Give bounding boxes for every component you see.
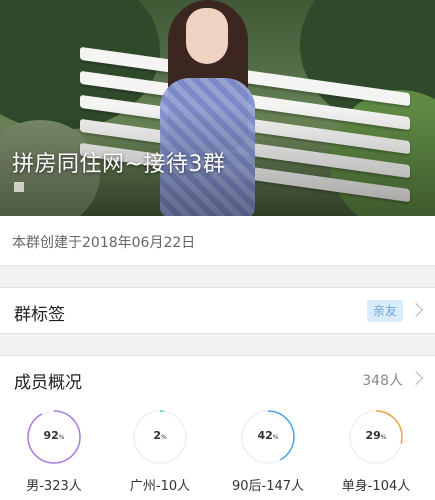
group-tags-label: 群标签 xyxy=(14,305,65,325)
stat-gender: 92% 男-323人 xyxy=(0,409,108,499)
pixelated-mark xyxy=(14,182,24,192)
stat-caption: 广州-10人 xyxy=(129,479,191,494)
member-count: 348人 xyxy=(362,373,403,389)
stat-age: 42% 90后-147人 xyxy=(214,409,322,499)
chevron-right-icon xyxy=(408,302,424,318)
member-overview-label: 成员概况 xyxy=(14,373,82,393)
stat-single: 29% 单身-104人 xyxy=(322,409,430,499)
stat-caption: 男-323人 xyxy=(26,479,82,494)
stat-percent: 42% xyxy=(257,429,279,442)
stat-percent: 2% xyxy=(153,429,167,442)
member-stats: 92% 男-323人 2% 广州-10人 42% 90后-147人 29% 单身… xyxy=(0,401,435,500)
stat-percent: 92% xyxy=(43,429,65,442)
stat-percent: 29% xyxy=(365,429,387,442)
member-overview-row[interactable]: 成员概况 348人 xyxy=(0,355,435,402)
stat-city: 2% 广州-10人 xyxy=(106,409,214,499)
stat-caption: 90后-147人 xyxy=(231,479,305,494)
chevron-right-icon xyxy=(408,370,424,386)
group-created-info: 本群创建于2018年06月22日 xyxy=(0,216,435,266)
group-tags-row[interactable]: 群标签 亲友 xyxy=(0,287,435,334)
group-cover-photo[interactable]: 拼房同住网~接待3群 xyxy=(0,0,435,216)
group-name: 拼房同住网~接待3群 xyxy=(12,152,226,177)
created-date-text: 本群创建于2018年06月22日 xyxy=(12,235,196,251)
tag-chip: 亲友 xyxy=(366,300,403,322)
stat-caption: 单身-104人 xyxy=(341,479,411,494)
